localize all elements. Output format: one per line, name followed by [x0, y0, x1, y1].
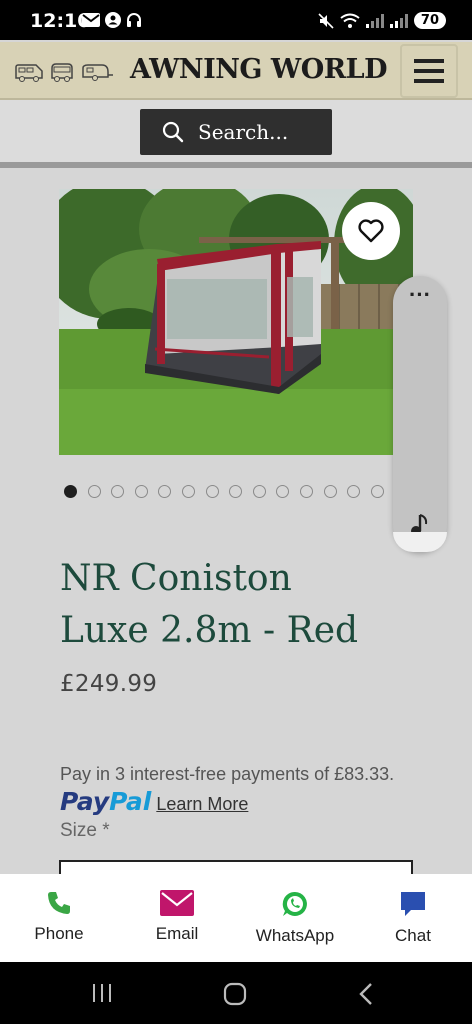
- contact-label: WhatsApp: [255, 926, 335, 945]
- hamburger-menu-button[interactable]: [400, 44, 458, 98]
- paypal-pay: Pay: [60, 787, 110, 816]
- gallery-dot[interactable]: [111, 485, 125, 498]
- more-options-icon[interactable]: ···: [393, 284, 447, 306]
- chat-icon: [401, 892, 425, 916]
- contact-label: Phone: [34, 924, 84, 943]
- product-title-line1: NR Coniston: [60, 558, 292, 599]
- paypal-logo: PayPal: [60, 787, 151, 816]
- site-header: AWNING WORLD: [0, 42, 472, 100]
- gallery-dot[interactable]: [205, 485, 219, 498]
- search-area: Search...: [0, 100, 472, 162]
- signal-icon-2: [389, 13, 408, 28]
- gallery-dot[interactable]: [181, 485, 195, 498]
- search-label: Search...: [198, 120, 289, 144]
- contact-label: Email: [155, 924, 199, 943]
- panel-handle: [393, 532, 447, 552]
- search-button[interactable]: Search...: [140, 109, 332, 155]
- gallery-dot[interactable]: [323, 485, 337, 498]
- back-icon[interactable]: [356, 982, 376, 1006]
- contact-phone[interactable]: Phone: [0, 874, 118, 962]
- paypal-installments: Pay in 3 interest-free payments of £83.3…: [60, 760, 400, 818]
- battery-indicator: 70: [413, 12, 446, 29]
- floating-edge-panel[interactable]: ···: [393, 276, 447, 552]
- product-title: NR Coniston Luxe 2.8m - Red: [60, 553, 420, 657]
- gallery-dot[interactable]: [134, 485, 148, 498]
- mail-icon: [82, 13, 100, 27]
- site-logo[interactable]: AWNING WORLD: [130, 54, 388, 85]
- gallery-dot[interactable]: [299, 485, 313, 498]
- phone-icon: [48, 892, 70, 914]
- wifi-icon: [340, 13, 360, 28]
- whatsapp-icon: [282, 891, 307, 916]
- hamburger-menu-icon: [414, 59, 444, 63]
- learn-more-link[interactable]: Learn More: [156, 794, 248, 814]
- status-bar: 12:10 70: [0, 0, 472, 40]
- contact-email[interactable]: Email: [118, 874, 236, 962]
- size-label: Size *: [60, 820, 110, 841]
- hamburger-line: [414, 69, 444, 73]
- campervan-icon: [51, 63, 73, 82]
- search-icon: [162, 121, 184, 143]
- contact-whatsapp[interactable]: WhatsApp: [236, 874, 354, 962]
- vehicle-icons: [14, 62, 114, 82]
- product-price: £249.99: [60, 671, 158, 697]
- mute-icon: [318, 12, 334, 29]
- favorite-button[interactable]: [342, 202, 400, 260]
- contact-bar: Phone Email WhatsApp Chat: [0, 874, 472, 962]
- gallery-dot[interactable]: [276, 485, 290, 498]
- product-title-line2: Luxe 2.8m - Red: [60, 610, 359, 651]
- gallery-dot[interactable]: [229, 485, 243, 498]
- contact-label: Chat: [395, 926, 431, 945]
- gallery-dots: [64, 485, 384, 498]
- caravan-icon: [82, 64, 113, 81]
- gallery-dot[interactable]: [64, 485, 77, 498]
- header-divider: [0, 162, 472, 168]
- signal-icon: [365, 13, 384, 28]
- contact-chat[interactable]: Chat: [354, 874, 472, 962]
- gallery-dot[interactable]: [158, 485, 172, 498]
- gallery-dot[interactable]: [347, 485, 361, 498]
- paypal-pal: Pal: [109, 787, 152, 816]
- gallery-dot[interactable]: [370, 485, 384, 498]
- hamburger-line: [414, 79, 444, 83]
- gallery-dot[interactable]: [252, 485, 266, 498]
- motorhome-icon: [15, 64, 43, 82]
- pay-text: Pay in 3 interest-free payments of £83.3…: [60, 764, 395, 784]
- heart-icon: [358, 219, 384, 243]
- system-nav-bar: [0, 962, 472, 1024]
- gallery-dot[interactable]: [87, 485, 101, 498]
- email-icon: [160, 890, 194, 916]
- home-icon[interactable]: [222, 982, 248, 1006]
- account-icon: [105, 12, 121, 28]
- headset-icon: [127, 13, 141, 27]
- recent-apps-icon[interactable]: [90, 982, 114, 1004]
